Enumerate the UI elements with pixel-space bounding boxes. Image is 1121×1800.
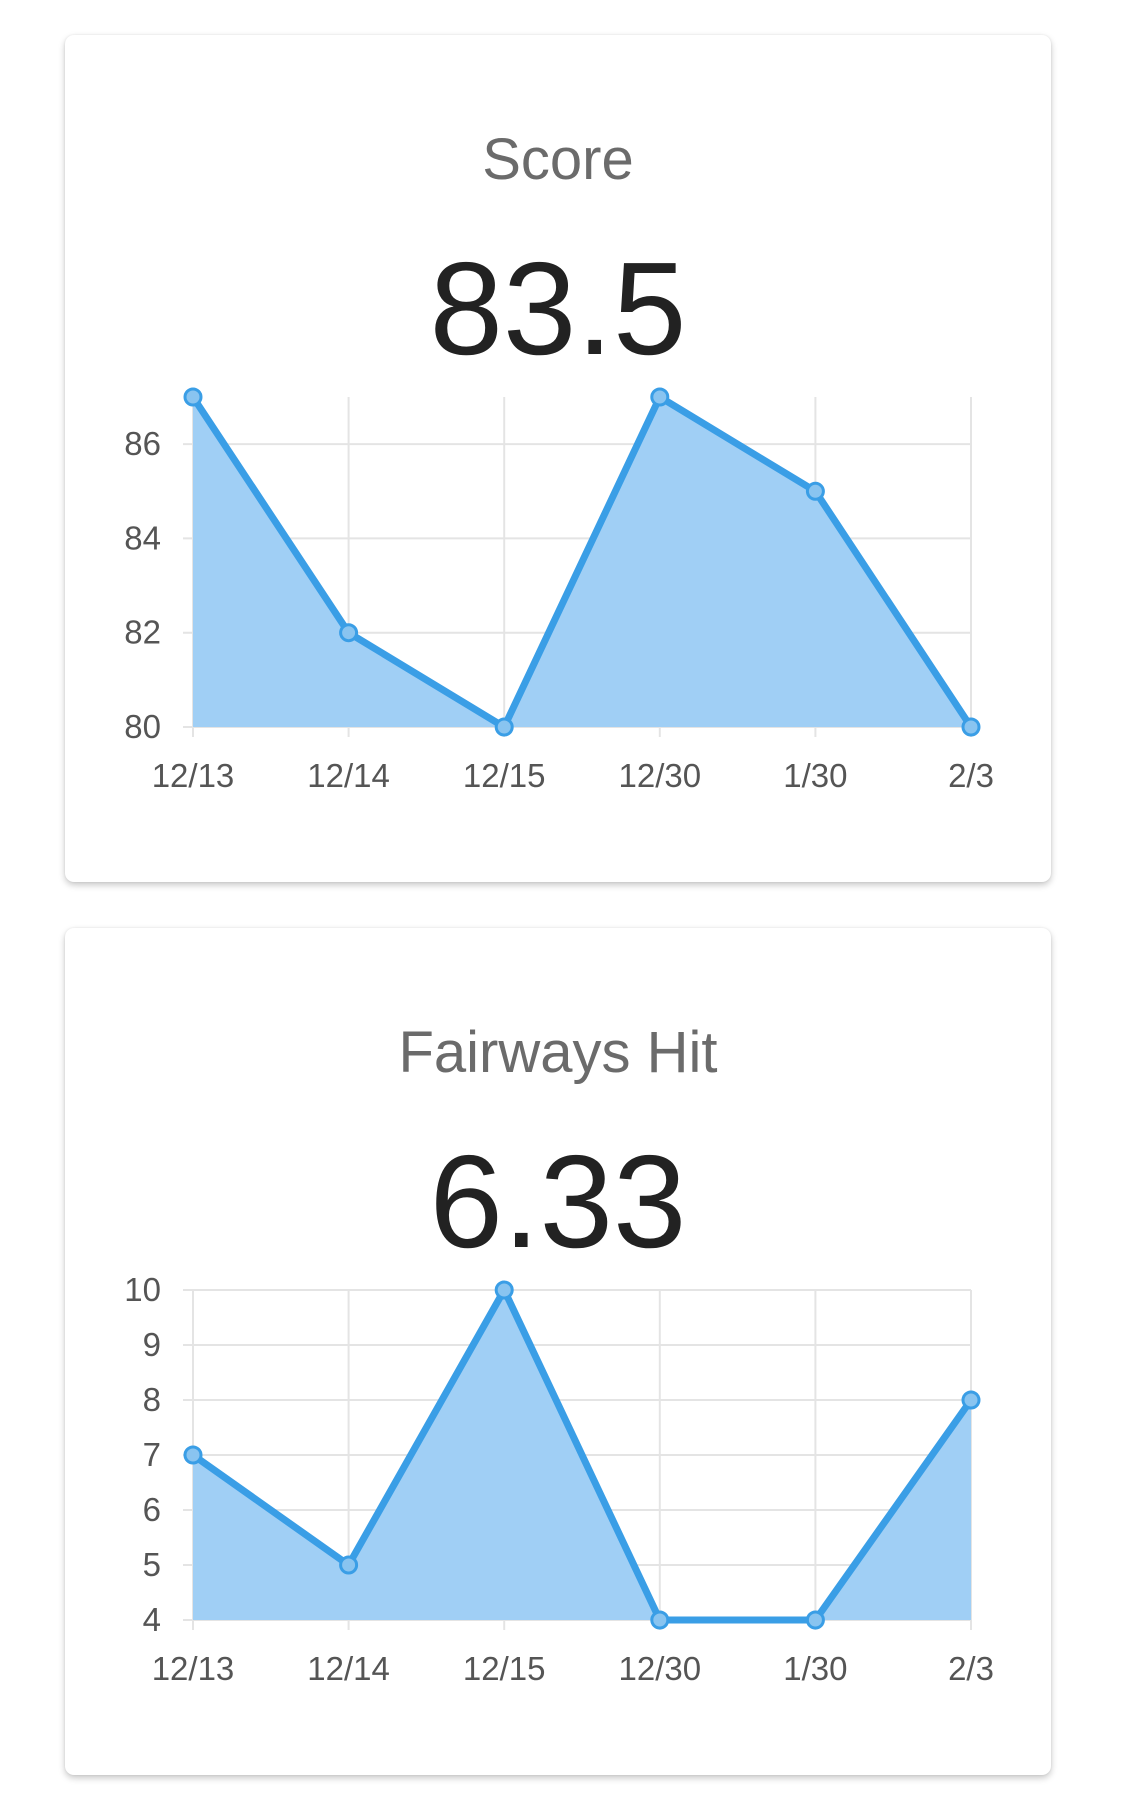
data-point: [183, 1445, 203, 1465]
x-tick-label: 12/30: [619, 1650, 702, 1687]
score-chart: 80 82 84 86 12/13 12/14 12/15 12/30 1/30 2/3: [124, 387, 994, 794]
x-tick-label: 12/13: [152, 757, 235, 794]
x-tick-label: 2/3: [948, 1650, 994, 1687]
fairways-hit-chart: 4 5 6 7 8 9 10 12/13 12/14 12/15 12/30 1/30 2/3: [124, 1271, 994, 1687]
data-point: [183, 387, 203, 407]
y-tick-label: 9: [143, 1326, 161, 1363]
x-tick-label: 1/30: [783, 757, 847, 794]
y-tick-label: 86: [124, 425, 161, 462]
y-tick-label: 5: [143, 1546, 161, 1583]
x-tick-label: 1/30: [783, 1650, 847, 1687]
y-tick-label: 80: [124, 708, 161, 745]
data-point: [650, 1610, 670, 1630]
data-point: [339, 623, 359, 643]
data-point: [494, 717, 514, 737]
y-tick-label: 84: [124, 519, 161, 556]
x-tick-label: 12/13: [152, 1650, 235, 1687]
fairways-hit-card: Fairways Hit 6.33 4 5 6 7 8 9 10 12/13 12/14 12/1…: [65, 928, 1051, 1775]
score-card: Score 83.5 80 82 84 86 12/13 12/14 12/15 12/30 1…: [65, 35, 1051, 882]
x-tick-label: 12/14: [307, 1650, 390, 1687]
y-tick-label: 10: [124, 1271, 161, 1308]
x-tick-label: 12/15: [463, 1650, 546, 1687]
x-tick-label: 12/14: [307, 757, 390, 794]
x-tick-label: 2/3: [948, 757, 994, 794]
y-tick-label: 6: [143, 1491, 161, 1528]
data-point: [961, 717, 981, 737]
y-tick-label: 82: [124, 614, 161, 651]
data-point: [805, 1610, 825, 1630]
x-tick-label: 12/15: [463, 757, 546, 794]
data-point: [805, 481, 825, 501]
data-point: [650, 387, 670, 407]
data-point: [494, 1280, 514, 1300]
data-point: [961, 1390, 981, 1410]
y-tick-label: 8: [143, 1381, 161, 1418]
data-point: [339, 1555, 359, 1575]
y-tick-label: 7: [143, 1436, 161, 1473]
y-tick-label: 4: [143, 1601, 161, 1638]
x-tick-label: 12/30: [619, 757, 702, 794]
